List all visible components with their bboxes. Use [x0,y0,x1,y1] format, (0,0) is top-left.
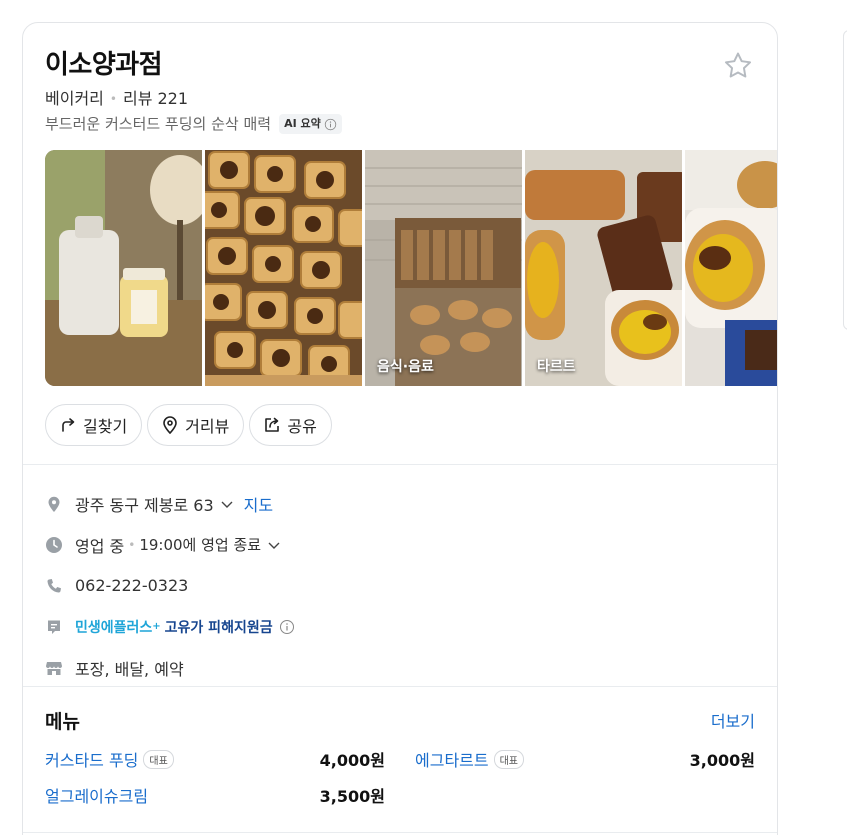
promo-plus-mark: + [152,621,161,632]
promo-row: 민생에플러스 + 고유가 피해지원금 [45,606,755,647]
divider [23,832,777,833]
photo-food-display[interactable]: 음식·음료 [365,150,522,386]
notice-icon [48,620,60,634]
menu-item[interactable]: 커스타드 푸딩 대표 4,000원 [45,745,385,773]
place-card: 이소양과점 베이커리 • 리뷰 221 부드러운 커스터드 푸딩의 순삭 매력 … [22,22,778,835]
signature-badge: 대표 [493,749,525,769]
location-pin-icon [163,416,177,435]
photo-gallery[interactable]: 음식·음료 타르트 [45,150,777,386]
divider [23,686,777,687]
separator-dot: • [109,92,117,106]
place-category: 베이커리 [45,89,104,108]
address-row: 광주 동구 제봉로 63 지도 [45,483,755,524]
share-icon [265,417,280,432]
ai-summary: 부드러운 커스터드 푸딩의 순삭 매력 AI 요약 [45,113,755,135]
menu-item-price: 4,000원 [319,751,385,770]
summary-text: 부드러운 커스터드 푸딩의 순삭 매력 [45,115,272,133]
menu-title: 메뉴 [45,710,80,733]
menu-item-price: 3,500원 [319,787,385,806]
ai-summary-badge[interactable]: AI 요약 [279,114,342,134]
info-icon [324,118,336,130]
photo-label: 타르트 [537,359,576,375]
menu-section: 메뉴 더보기 커스타드 푸딩 대표 4,000원 에그타르트 대표 3,000원… [45,705,755,835]
photo-egg-tart-tray[interactable] [205,150,362,386]
more-link[interactable]: 더보기 [711,708,755,732]
store-icon [46,661,62,675]
action-bar: 길찾기 거리뷰 공유 [45,404,332,446]
info-icon[interactable] [279,619,295,635]
street-view-button[interactable]: 거리뷰 [147,404,245,446]
services-text: 포장, 배달, 예약 [75,659,184,679]
menu-item-name[interactable]: 에그타르트 [415,747,489,771]
place-name: 이소양과점 [45,50,163,80]
separator-dot: • [128,537,136,552]
divider [23,464,777,465]
hours-row: 영업 중 • 19:00에 영업 종료 [45,524,755,565]
menu-list: 커스타드 푸딩 대표 4,000원 에그타르트 대표 3,000원 얼그레이슈크… [45,745,755,835]
directions-label: 길찾기 [83,417,128,436]
phone-number[interactable]: 062-222-0323 [75,576,188,595]
menu-item[interactable]: 얼그레이슈크림 3,500원 [45,781,385,809]
photo-egg-tart-box[interactable] [685,150,777,386]
review-count[interactable]: 리뷰 221 [123,88,188,110]
menu-item-price: 3,000원 [689,751,755,770]
photo-tarts-cakes[interactable]: 타르트 [525,150,682,386]
address-text[interactable]: 광주 동구 제봉로 63 [75,492,214,516]
photo-label: 음식·음료 [377,359,434,375]
promo-subsidy[interactable]: 고유가 피해지원금 [165,617,273,637]
place-header: 이소양과점 베이커리 • 리뷰 221 부드러운 커스터드 푸딩의 순삭 매력 … [45,47,755,135]
menu-item[interactable]: 에그타르트 대표 3,000원 [415,745,755,773]
business-status: 영업 중 [75,536,125,556]
menu-item-name[interactable]: 얼그레이슈크림 [45,783,148,807]
share-label: 공유 [287,417,317,436]
directions-button[interactable]: 길찾기 [45,404,143,446]
promo-brand[interactable]: 민생에플러스 [75,617,152,637]
directions-icon [62,418,75,432]
phone-row: 062-222-0323 [45,565,755,606]
photo-pudding-bottles[interactable] [45,150,202,386]
phone-icon [47,578,61,593]
share-button[interactable]: 공유 [249,404,332,446]
place-meta: 베이커리 • 리뷰 221 [45,88,755,110]
ai-badge-label: AI 요약 [284,117,321,130]
adjacent-card-edge [843,30,847,330]
chevron-down-icon[interactable] [220,497,234,511]
menu-header: 메뉴 더보기 [45,705,755,735]
map-link[interactable]: 지도 [244,492,273,516]
chevron-down-icon[interactable] [267,538,281,552]
star-icon[interactable] [721,49,755,83]
street-view-label: 거리뷰 [185,417,230,436]
menu-item-name[interactable]: 커스타드 푸딩 [45,747,138,771]
services-row: 포장, 배달, 예약 [45,647,755,688]
clock-icon [46,536,62,553]
location-pin-icon [48,496,60,512]
place-info: 광주 동구 제봉로 63 지도 영업 중 • 19:00에 영업 종료 062-… [45,483,755,688]
closing-time[interactable]: 19:00에 영업 종료 [139,534,261,555]
signature-badge: 대표 [143,749,174,769]
